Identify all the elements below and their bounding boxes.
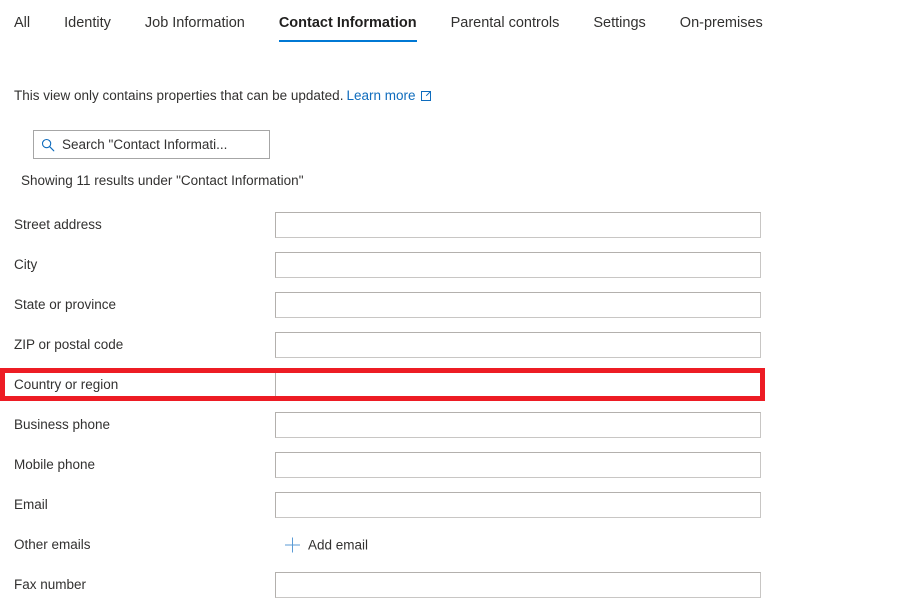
field-label: Business phone	[14, 417, 111, 432]
properties-form: Street address City State or province ZIP o…	[0, 205, 901, 605]
tab-label: All	[14, 15, 31, 31]
results-count-text: Showing 11 results under "Contact Inform…	[21, 173, 304, 188]
tab-job-information[interactable]: Job Information	[145, 0, 245, 42]
field-input[interactable]	[275, 372, 761, 398]
field-label: Mobile phone	[14, 457, 96, 472]
add-email-label: Add email	[308, 537, 369, 553]
field-input[interactable]	[275, 292, 761, 318]
field-input[interactable]	[275, 572, 761, 598]
plus-icon	[285, 537, 300, 553]
form-row: Street address	[0, 205, 901, 245]
tab-settings[interactable]: Settings	[593, 0, 645, 42]
tab-label: Settings	[593, 15, 646, 31]
form-row: Country or region	[0, 365, 901, 405]
search-input[interactable]	[62, 131, 258, 158]
form-row: Mobile phone	[0, 445, 901, 485]
form-row: ZIP or postal code	[0, 325, 901, 365]
field-input[interactable]	[275, 332, 761, 358]
tab-label: Contact Information	[278, 15, 417, 31]
field-label: Country or region	[14, 377, 119, 392]
form-row: Fax number	[0, 565, 901, 605]
info-message-text: This view only contains properties that …	[14, 88, 344, 103]
tab-parental-controls[interactable]: Parental controls	[451, 0, 560, 42]
add-email-button[interactable]: Add email	[285, 537, 369, 553]
tab-identity[interactable]: Identity	[64, 0, 111, 42]
search-icon	[34, 138, 62, 152]
field-label: City	[14, 257, 38, 272]
field-input[interactable]	[275, 412, 761, 438]
tab-all[interactable]: All	[14, 0, 30, 42]
search-box[interactable]	[33, 130, 270, 159]
tab-label: On-premises	[679, 15, 763, 31]
tab-contact-information[interactable]: Contact Information	[278, 0, 417, 42]
field-label: Email	[14, 497, 48, 512]
field-input[interactable]	[275, 452, 761, 478]
form-row: Other emails Add email	[0, 525, 901, 565]
field-label: Fax number	[14, 577, 87, 592]
field-label: Other emails	[14, 537, 91, 552]
field-input[interactable]	[275, 492, 761, 518]
tab-label: Identity	[64, 15, 111, 31]
tab-bar: All Identity Job Information Contact Inform…	[0, 0, 901, 52]
form-row: Business phone	[0, 405, 901, 445]
learn-more-label: Learn more	[346, 88, 416, 103]
field-label: State or province	[14, 297, 117, 312]
field-input[interactable]	[275, 252, 761, 278]
learn-more-link[interactable]: Learn more	[346, 88, 431, 103]
tab-label: Parental controls	[450, 15, 560, 31]
field-label: Street address	[14, 217, 102, 232]
form-row: Email	[0, 485, 901, 525]
field-input[interactable]	[275, 212, 761, 238]
tab-label: Job Information	[144, 15, 245, 31]
form-row: City	[0, 245, 901, 285]
field-label: ZIP or postal code	[14, 337, 124, 352]
tab-on-premises[interactable]: On-premises	[680, 0, 763, 42]
external-link-icon	[420, 90, 432, 101]
form-row: State or province	[0, 285, 901, 325]
info-message: This view only contains properties that …	[14, 86, 432, 105]
